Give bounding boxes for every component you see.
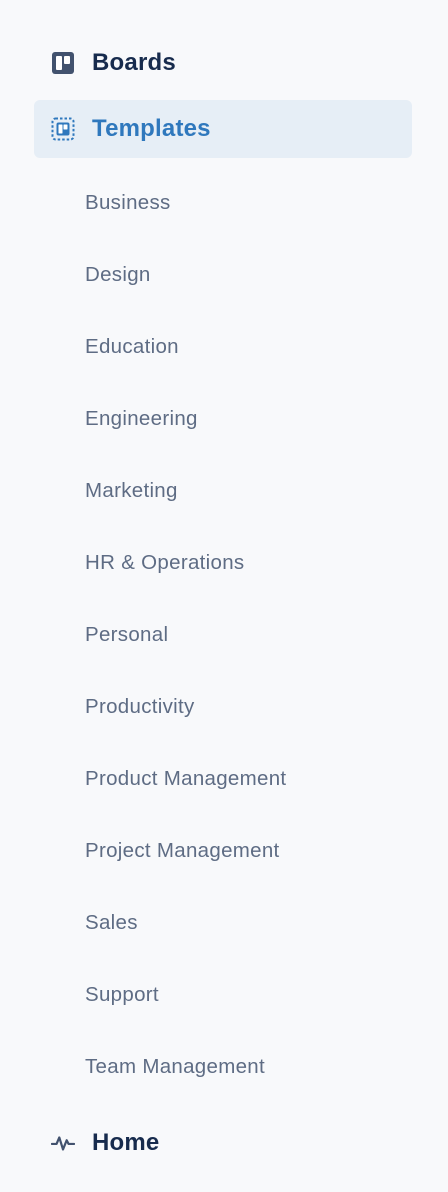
template-category-personal[interactable]: Personal — [34, 599, 412, 671]
template-category-product-management[interactable]: Product Management — [34, 743, 412, 815]
nav-item-home[interactable]: Home — [34, 1114, 412, 1172]
template-category-design[interactable]: Design — [34, 239, 412, 311]
nav-item-boards-label: Boards — [92, 49, 176, 76]
template-category-list: Business Design Education Engineering Ma… — [34, 167, 412, 1103]
template-category-marketing[interactable]: Marketing — [34, 455, 412, 527]
template-category-project-management[interactable]: Project Management — [34, 815, 412, 887]
nav-item-boards[interactable]: Boards — [34, 34, 412, 92]
nav-item-templates[interactable]: Templates — [34, 100, 412, 158]
board-icon — [51, 51, 75, 75]
template-category-engineering[interactable]: Engineering — [34, 383, 412, 455]
activity-icon — [51, 1131, 75, 1155]
template-category-support[interactable]: Support — [34, 959, 412, 1031]
template-icon — [51, 117, 75, 141]
nav-item-home-label: Home — [92, 1129, 160, 1156]
template-category-team-management[interactable]: Team Management — [34, 1031, 412, 1103]
sidebar: Boards Templates Business Design Educati… — [0, 0, 448, 1192]
template-category-business[interactable]: Business — [34, 167, 412, 239]
template-category-sales[interactable]: Sales — [34, 887, 412, 959]
template-category-hr-operations[interactable]: HR & Operations — [34, 527, 412, 599]
nav-item-templates-label: Templates — [92, 115, 211, 142]
template-category-productivity[interactable]: Productivity — [34, 671, 412, 743]
template-category-education[interactable]: Education — [34, 311, 412, 383]
